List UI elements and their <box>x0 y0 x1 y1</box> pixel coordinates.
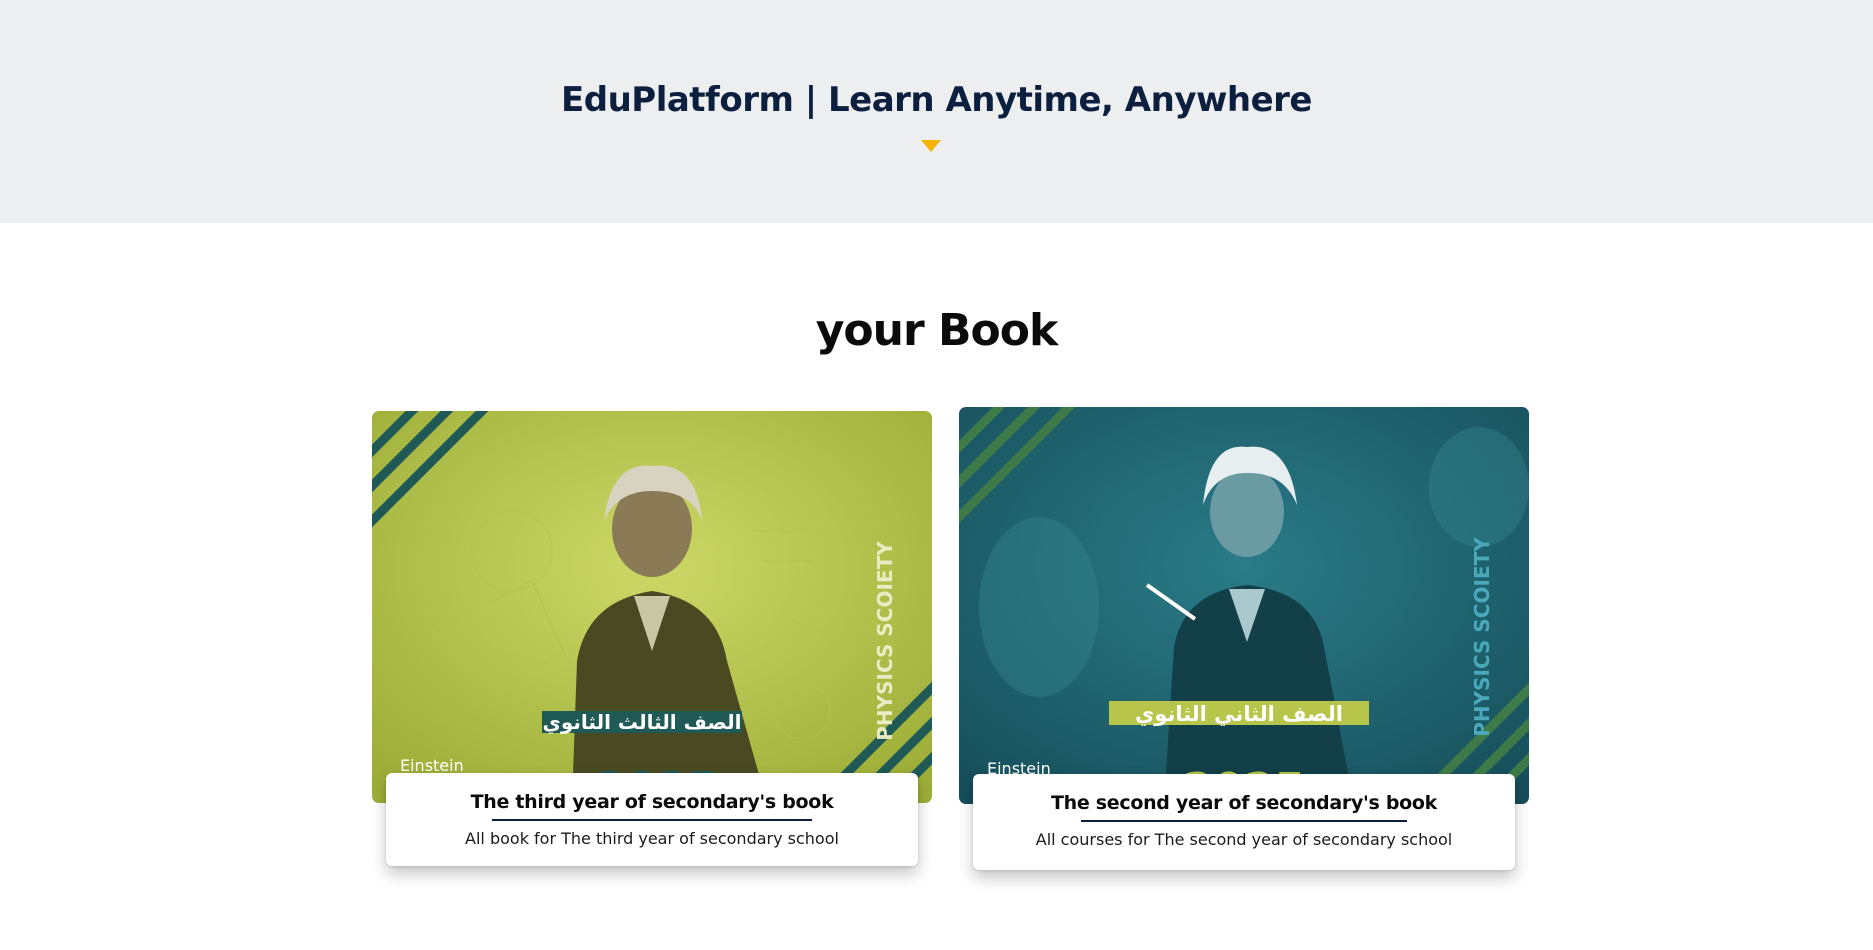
hero-banner: EduPlatform | Learn Anytime, Anywhere <box>0 0 1873 223</box>
book-description: All courses for The second year of secon… <box>1035 830 1453 849</box>
title-underline <box>1081 820 1407 822</box>
title-underline <box>492 819 812 821</box>
book-title[interactable]: The second year of secondary's book <box>973 792 1515 814</box>
hero-title: EduPlatform | Learn Anytime, Anywhere <box>561 80 1312 120</box>
book-title[interactable]: The third year of secondary's book <box>386 791 918 813</box>
cover-arabic-label: الصف الثالث الثانوي <box>543 710 742 735</box>
section-title: your Book <box>815 305 1059 356</box>
book-card-third-year-image[interactable]: الصف الثالث الثانوي 2025 PHYSICS SCOIETY… <box>372 411 932 803</box>
book-description: All book for The third year of secondary… <box>465 829 839 848</box>
book-card-third-year[interactable]: The third year of secondary's book All b… <box>386 773 918 866</box>
cover-side-text: PHYSICS SCOIETY <box>873 541 897 741</box>
book-cover-image: الصف الثاني الثانوي 2025 PHYSICS SCOIETY… <box>959 407 1529 804</box>
cover-arabic-label: الصف الثاني الثانوي <box>1135 702 1343 727</box>
cover-side-text: PHYSICS SCOIETY <box>1470 537 1494 737</box>
book-card-second-year[interactable]: The second year of secondary's book All … <box>973 774 1515 870</box>
book-cover-image: الصف الثالث الثانوي 2025 PHYSICS SCOIETY… <box>372 411 932 803</box>
caret-down-icon <box>921 140 941 152</box>
book-card-second-year-image[interactable]: الصف الثاني الثانوي 2025 PHYSICS SCOIETY… <box>959 407 1529 804</box>
